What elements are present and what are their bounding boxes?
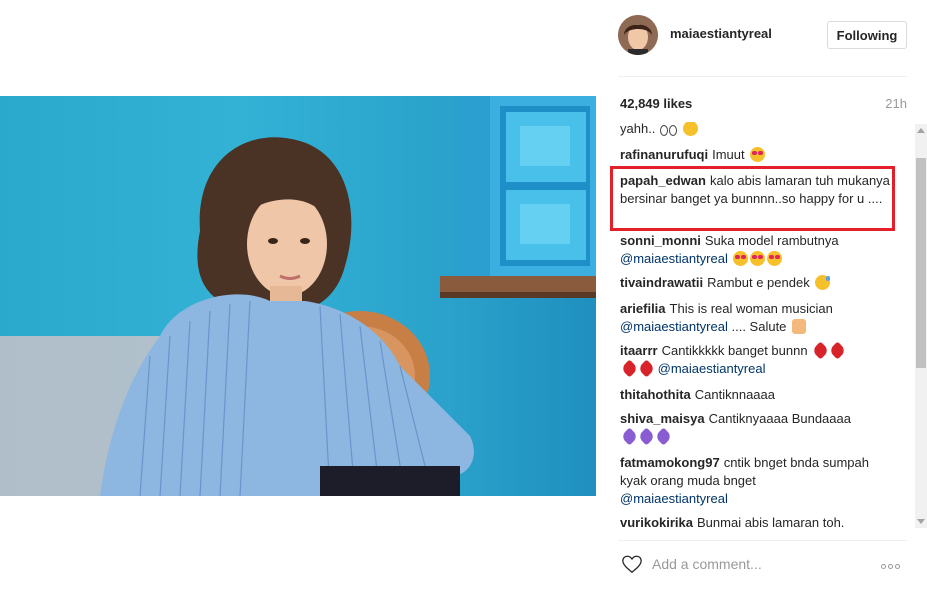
- post-photo[interactable]: [0, 96, 596, 496]
- comment-username[interactable]: shiva_maisya: [620, 411, 705, 426]
- heart-eyes-emoji-icon: [750, 147, 766, 162]
- comment-text: Suka model rambutnya: [704, 233, 839, 248]
- list-item: thitahothita Cantiknnaaaa: [620, 386, 895, 404]
- broken-heart-emoji-icon: [811, 341, 830, 360]
- comment-username[interactable]: ariefilia: [620, 301, 666, 316]
- comment-text: Rambut e pendek: [707, 275, 810, 290]
- comment-username[interactable]: itaarrr: [620, 343, 658, 358]
- post-username[interactable]: maiaestiantyreal: [670, 26, 772, 41]
- list-item: tivaindrawatii Rambut e pendek: [620, 274, 895, 292]
- scroll-up-arrow-icon[interactable]: [917, 128, 925, 133]
- grin-emoji-icon: [682, 122, 698, 136]
- comment-text: yahh..: [620, 122, 656, 136]
- comment-divider: [618, 540, 907, 541]
- header-divider: [618, 76, 907, 77]
- list-item: sonni_monni Suka model rambutnya @maiaest…: [620, 232, 895, 268]
- eyes-emoji-icon: [669, 125, 678, 136]
- list-item: ariefilia This is real woman musician @ma…: [620, 300, 895, 336]
- list-item: fatmamokong97 cntik bnget bnda sumpah kya…: [620, 454, 895, 508]
- more-options-icon[interactable]: [881, 556, 907, 572]
- comment-text-after: .... Salute: [731, 319, 787, 334]
- comment-text: Bunmai abis lamaran toh.: [697, 515, 845, 530]
- comment-username[interactable]: tivaindrawatii: [620, 275, 703, 290]
- list-item: rafinanurufuqi Imuut: [620, 146, 895, 164]
- heart-eyes-emoji-icon: [733, 251, 749, 266]
- pray-emoji-icon: [792, 319, 807, 334]
- eyes-emoji-icon: [660, 125, 669, 136]
- post-side-panel: maiaestiantyreal Following 42,849 likes …: [596, 0, 927, 594]
- broken-heart-emoji-icon: [637, 359, 656, 378]
- comment-username[interactable]: rafinanurufuqi: [620, 147, 708, 162]
- comment-mention[interactable]: @maiaestiantyreal: [658, 361, 766, 376]
- comment-text: This is real woman musician: [669, 301, 833, 316]
- comment-mention[interactable]: @maiaestiantyreal: [620, 251, 728, 266]
- comment-text: Imuut: [712, 147, 745, 162]
- post-header: maiaestiantyreal Following: [596, 0, 927, 76]
- comment-username[interactable]: thitahothita: [620, 387, 691, 402]
- purple-heart-emoji-icon: [620, 427, 639, 446]
- photo-illustration: [0, 96, 596, 496]
- comments-scrollbar[interactable]: [915, 124, 927, 528]
- add-comment-bar: [618, 550, 907, 578]
- post-time[interactable]: 21h: [885, 96, 907, 111]
- heart-eyes-emoji-icon: [750, 251, 766, 266]
- list-item: shiva_maisya Cantiknyaaaa Bundaaaa: [620, 410, 895, 446]
- list-item: itaarrr Cantikkkkk banget bunnn @maiaesti…: [620, 341, 895, 378]
- comment-mention[interactable]: @maiaestiantyreal: [620, 319, 728, 334]
- comment-text: Cantiknnaaaa: [694, 387, 775, 402]
- purple-heart-emoji-icon: [654, 427, 673, 446]
- scroll-thumb[interactable]: [916, 158, 926, 368]
- scroll-down-arrow-icon[interactable]: [917, 519, 925, 524]
- comment-username[interactable]: fatmamokong97: [620, 455, 720, 470]
- add-comment-input[interactable]: [652, 553, 862, 575]
- comment-text: Cantiknyaaaa Bundaaaa: [708, 411, 851, 426]
- heart-outline-icon[interactable]: [621, 553, 643, 575]
- comment-mention[interactable]: @maiaestiantyreal: [620, 491, 728, 506]
- comment-username[interactable]: sonni_monni: [620, 233, 701, 248]
- comment-username[interactable]: vurikokirika: [620, 515, 693, 530]
- broken-heart-emoji-icon: [828, 341, 847, 360]
- list-item: vurikokirika Bunmai abis lamaran toh.: [620, 514, 895, 532]
- highlight-annotation-box: [610, 166, 895, 231]
- broken-heart-emoji-icon: [620, 359, 639, 378]
- likes-count[interactable]: 42,849 likes: [620, 96, 692, 111]
- comment-text: Cantikkkkk banget bunnn: [661, 343, 808, 358]
- list-item: yahh..: [620, 122, 895, 138]
- purple-heart-emoji-icon: [637, 427, 656, 446]
- following-button[interactable]: Following: [827, 21, 907, 49]
- avatar-image: [618, 15, 658, 55]
- heart-eyes-emoji-icon: [767, 251, 783, 266]
- avatar[interactable]: [618, 15, 658, 55]
- sweat-smile-emoji-icon: [815, 275, 831, 290]
